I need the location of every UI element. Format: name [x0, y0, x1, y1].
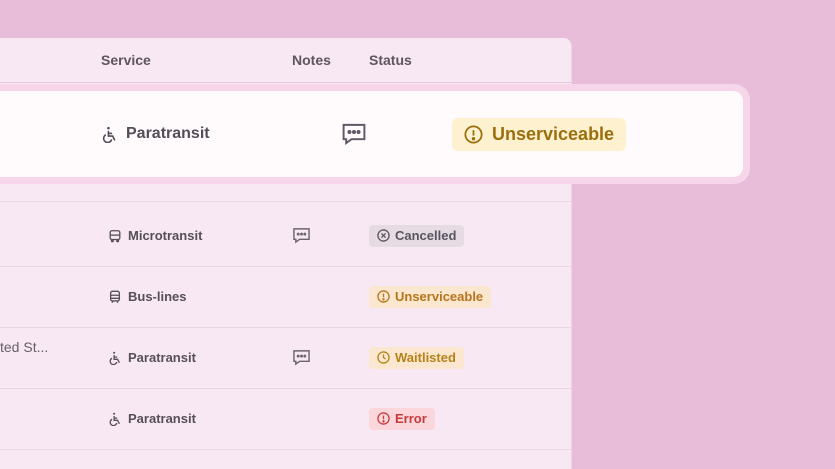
status-cell: Cancelled — [369, 205, 465, 266]
status-badge: Error — [369, 407, 435, 430]
service-label: Bus-lines — [128, 289, 187, 304]
service-cell: Paratransit — [108, 388, 196, 449]
wheelchair-icon — [109, 412, 120, 426]
service-label: Paratransit — [128, 350, 196, 365]
wheelchair-icon — [102, 126, 116, 143]
column-header-service[interactable]: Service — [101, 52, 151, 68]
status-cell: Unserviceable — [369, 266, 492, 327]
status-badge: Unserviceable — [369, 285, 492, 308]
table-row[interactable]: ted St... Paratransit Waitlisted — [0, 327, 571, 389]
alert-circle-icon — [377, 412, 390, 425]
note-cell[interactable] — [292, 205, 311, 266]
status-badge: Unserviceable — [452, 118, 627, 151]
table-header: Service Notes Status — [0, 38, 571, 83]
service-label: Microtransit — [128, 228, 203, 243]
table-row[interactable]: Bus-lines Unserviceable — [0, 266, 571, 328]
table-row[interactable]: Paratransit Error — [0, 388, 571, 450]
service-label: Paratransit — [128, 411, 196, 426]
status-label: Cancelled — [395, 228, 457, 243]
highlight-status-label: Unserviceable — [492, 124, 615, 144]
highlight-status-cell: Unserviceable — [452, 118, 627, 151]
status-badge: Cancelled — [369, 224, 465, 247]
address-cell: ted St... — [0, 338, 49, 355]
highlight-service-label: Paratransit — [126, 125, 210, 142]
x-circle-icon — [377, 229, 390, 242]
wheelchair-icon — [109, 351, 120, 365]
service-cell: Microtransit — [108, 205, 202, 266]
alert-circle-icon — [377, 290, 390, 303]
status-label: Error — [395, 411, 427, 426]
status-label: Unserviceable — [395, 289, 484, 304]
bus-icon — [109, 290, 121, 303]
status-label: Waitlisted — [395, 350, 456, 365]
status-cell: Error — [369, 388, 435, 449]
van-icon — [109, 229, 121, 242]
status-badge: Waitlisted — [369, 346, 464, 369]
table-row[interactable]: Microtransit Cancelled — [0, 205, 571, 267]
note-cell[interactable] — [292, 327, 311, 388]
column-header-status[interactable]: Status — [369, 52, 412, 68]
column-header-notes[interactable]: Notes — [292, 52, 331, 68]
comment-icon[interactable] — [341, 122, 367, 146]
highlight-service-cell: Paratransit — [101, 91, 210, 177]
highlight-note-cell[interactable] — [341, 122, 367, 151]
comment-icon[interactable] — [292, 349, 311, 366]
status-cell: Waitlisted — [369, 327, 464, 388]
clock-icon — [377, 351, 390, 364]
service-cell: Paratransit — [108, 327, 196, 388]
service-cell: Bus-lines — [108, 266, 187, 327]
comment-icon[interactable] — [292, 227, 311, 244]
alert-circle-icon — [464, 125, 483, 144]
